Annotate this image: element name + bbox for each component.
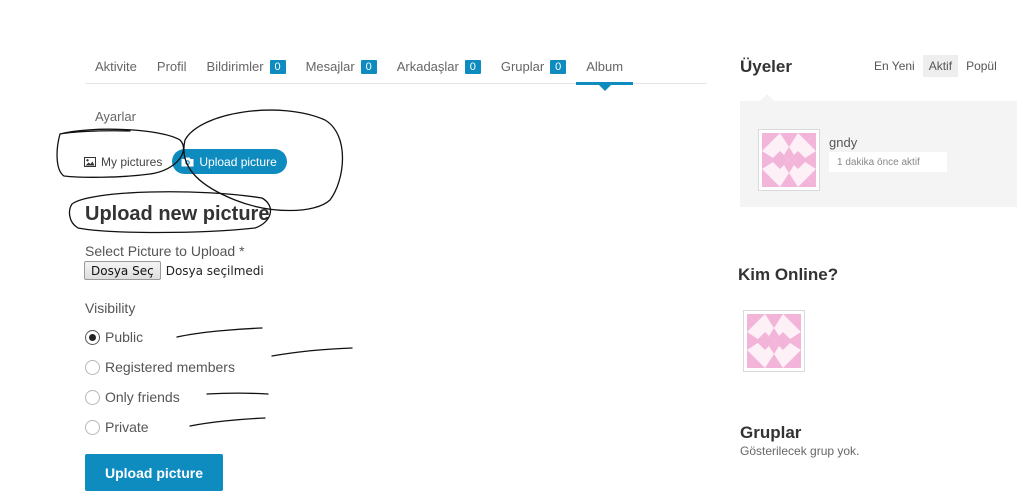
tab-aktif[interactable]: Aktif bbox=[922, 55, 959, 77]
member-name-link[interactable]: gndy bbox=[829, 135, 857, 150]
tab-aktivite[interactable]: Aktivite bbox=[85, 50, 147, 83]
online-avatar[interactable] bbox=[743, 310, 805, 372]
scribble-line-public bbox=[176, 327, 263, 338]
tab-label: Gruplar bbox=[500, 59, 545, 74]
upload-picture-tab[interactable]: Upload picture bbox=[172, 149, 287, 174]
tab-album[interactable]: Album bbox=[576, 50, 633, 91]
radio-label: Private bbox=[105, 419, 149, 435]
page-title: Upload new picture bbox=[85, 203, 270, 225]
tab-label: Album bbox=[586, 59, 624, 74]
tab-profil[interactable]: Profil bbox=[147, 50, 197, 83]
radio-button[interactable] bbox=[85, 359, 100, 375]
file-status-text: Dosya seçilmedi bbox=[165, 263, 264, 278]
file-input[interactable]: Dosya Seç Dosya seçilmedi bbox=[84, 261, 264, 280]
radio-public[interactable]: Public bbox=[85, 329, 143, 345]
identicon-avatar bbox=[747, 314, 801, 368]
scribble-line-private bbox=[189, 417, 266, 427]
select-picture-label: Select Picture to Upload * bbox=[85, 243, 245, 259]
tab-gruplar[interactable]: Gruplar 0 bbox=[491, 50, 576, 83]
radio-label: Only friends bbox=[105, 389, 180, 405]
tab-mesajlar[interactable]: Mesajlar 0 bbox=[296, 50, 387, 83]
tab-label: Arkadaşlar bbox=[396, 59, 459, 74]
scribble-line-friends bbox=[206, 392, 269, 395]
tab-popular[interactable]: Popül bbox=[960, 55, 1003, 77]
tab-en-yeni[interactable]: En Yeni bbox=[868, 55, 921, 77]
radio-button[interactable] bbox=[85, 389, 100, 405]
radio-button[interactable] bbox=[85, 419, 100, 435]
my-pictures-label: My pictures bbox=[101, 154, 163, 169]
tab-label: Profil bbox=[156, 59, 187, 74]
groups-title: Gruplar bbox=[740, 423, 802, 442]
upload-picture-button[interactable]: Upload picture bbox=[85, 454, 223, 491]
scribble-line-registered bbox=[271, 347, 353, 357]
online-title: Kim Online? bbox=[738, 265, 839, 284]
image-icon bbox=[84, 156, 96, 167]
groups-empty-text: Gösterilecek grup yok. bbox=[740, 444, 860, 458]
avatar[interactable] bbox=[758, 129, 820, 191]
radio-registered-members[interactable]: Registered members bbox=[85, 359, 235, 375]
upload-picture-tab-label: Upload picture bbox=[199, 154, 277, 169]
members-filter-tabs: En Yeni Aktif Popül bbox=[868, 55, 1005, 77]
visibility-label: Visibility bbox=[85, 300, 136, 316]
radio-private[interactable]: Private bbox=[85, 419, 149, 435]
choose-file-button[interactable]: Dosya Seç bbox=[84, 261, 161, 280]
tab-arkadaslar[interactable]: Arkadaşlar 0 bbox=[387, 50, 491, 83]
camera-icon bbox=[181, 157, 194, 166]
radio-button[interactable] bbox=[85, 329, 100, 345]
count-badge: 0 bbox=[360, 59, 377, 74]
radio-label: Registered members bbox=[105, 359, 235, 375]
tab-label: Bildirimler bbox=[206, 59, 264, 74]
tab-label: Aktivite bbox=[95, 59, 137, 74]
count-badge: 0 bbox=[550, 59, 567, 74]
members-title: Üyeler bbox=[740, 57, 792, 76]
subnav-settings-link[interactable]: Ayarlar bbox=[95, 109, 136, 124]
my-pictures-link[interactable]: My pictures bbox=[84, 155, 162, 169]
tab-label: Mesajlar bbox=[305, 59, 355, 74]
picture-menu: My pictures Upload picture bbox=[84, 149, 287, 174]
radio-label: Public bbox=[105, 329, 144, 345]
count-badge: 0 bbox=[269, 59, 286, 74]
count-badge: 0 bbox=[464, 59, 481, 74]
tab-bildirimler[interactable]: Bildirimler 0 bbox=[197, 50, 296, 83]
radio-only-friends[interactable]: Only friends bbox=[85, 389, 180, 405]
identicon-avatar bbox=[762, 133, 816, 187]
member-activity-badge: 1 dakika önce aktif bbox=[829, 152, 947, 172]
profile-tabs: Aktivite Profil Bildirimler 0 Mesajlar 0 A… bbox=[85, 50, 707, 91]
